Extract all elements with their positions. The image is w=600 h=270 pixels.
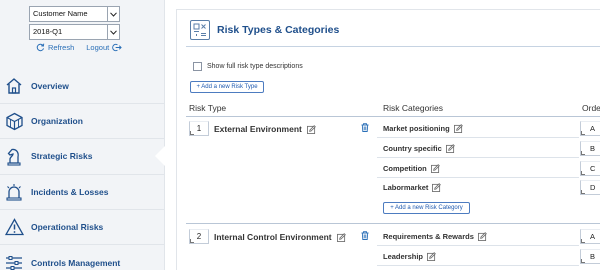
divider: [377, 265, 579, 266]
edit-icon[interactable]: [336, 232, 346, 242]
trash-icon[interactable]: [361, 123, 369, 132]
risk-type-name: Internal Control Environment: [214, 232, 346, 242]
risk-category-item: Country specific: [383, 144, 455, 153]
sidebar-item-controls-management[interactable]: Controls Management: [0, 248, 165, 270]
logout-button[interactable]: Logout: [86, 43, 122, 52]
sidebar-item-organization[interactable]: Organization: [0, 106, 165, 136]
category-order-input[interactable]: B: [580, 249, 600, 264]
page-header: Risk Types & Categories: [190, 20, 339, 40]
customer-select[interactable]: Customer Name: [29, 6, 120, 22]
risk-type-number-input[interactable]: 2: [189, 229, 209, 244]
edit-icon[interactable]: [306, 124, 316, 134]
logout-label: Logout: [86, 43, 110, 52]
edit-icon[interactable]: [445, 144, 455, 153]
divider: [377, 157, 579, 158]
refresh-icon: [36, 43, 45, 52]
risk-category-label: Labormarket: [383, 183, 429, 192]
divider: [186, 223, 600, 224]
divider: [0, 103, 165, 104]
divider: [0, 209, 165, 210]
chevron-down-icon[interactable]: [107, 7, 119, 21]
logout-icon: [112, 43, 122, 52]
divider: [377, 177, 579, 178]
sidebar-item-incidents-losses[interactable]: Incidents & Losses: [0, 177, 165, 207]
sidebar-item-label: Strategic Risks: [31, 151, 93, 161]
risk-category-label: Country specific: [383, 144, 442, 153]
risk-category-item: Competition: [383, 164, 440, 173]
risk-type-name: External Environment: [214, 124, 316, 134]
divider: [186, 46, 600, 47]
risk-category-label: Leadership: [383, 252, 424, 261]
risk-category-label: Market positioning: [383, 124, 450, 133]
divider: [377, 245, 579, 246]
home-icon: [4, 76, 24, 96]
column-header-order: Orde: [582, 103, 600, 113]
category-order-input[interactable]: D: [580, 180, 600, 195]
sidebar-item-label: Overview: [31, 81, 69, 91]
sidebar-actions: Refresh Logout: [36, 43, 122, 52]
sidebar-item-label: Operational Risks: [31, 222, 104, 232]
sidebar-item-overview[interactable]: Overview: [0, 71, 165, 101]
category-order-input[interactable]: B: [580, 141, 600, 156]
risk-category-label: Competition: [383, 164, 427, 173]
category-grid-icon: [190, 20, 210, 40]
trash-icon[interactable]: [361, 231, 369, 240]
divider: [0, 244, 165, 245]
period-select[interactable]: 2018-Q1: [29, 24, 120, 40]
active-indicator: [155, 145, 166, 167]
period-select-value: 2018-Q1: [33, 27, 63, 36]
sidebar-item-label: Controls Management: [31, 258, 121, 268]
refresh-label: Refresh: [48, 43, 75, 52]
chess-knight-icon: [4, 146, 24, 166]
sliders-icon: [4, 253, 24, 270]
category-order-input[interactable]: C: [580, 161, 600, 176]
divider: [186, 116, 600, 117]
main-panel: Risk Types & Categories Show full risk t…: [176, 9, 600, 270]
alarm-light-icon: [4, 182, 24, 202]
risk-category-item: Labormarket: [383, 183, 442, 192]
column-header-risk-categories: Risk Categories: [383, 103, 443, 113]
column-header-risk-type: Risk Type: [189, 103, 227, 113]
divider: [0, 174, 165, 175]
divider: [0, 138, 165, 139]
edit-icon[interactable]: [432, 183, 442, 192]
show-descriptions-checkbox[interactable]: [193, 62, 202, 71]
sidebar: Customer Name 2018-Q1 Refresh Logout Ove…: [0, 0, 166, 270]
edit-icon[interactable]: [477, 232, 487, 241]
risk-category-item: Leadership: [383, 252, 436, 261]
show-descriptions-toggle[interactable]: Show full risk type descriptions: [193, 62, 303, 71]
edit-icon[interactable]: [453, 124, 463, 133]
add-risk-type-button[interactable]: + Add a new Risk Type: [190, 81, 264, 93]
refresh-button[interactable]: Refresh: [36, 43, 74, 52]
edit-icon[interactable]: [427, 252, 436, 261]
risk-type-label: External Environment: [214, 124, 302, 134]
customer-select-value: Customer Name: [33, 9, 88, 18]
show-descriptions-label: Show full risk type descriptions: [207, 63, 303, 70]
risk-category-label: Requirements & Rewards: [383, 232, 474, 241]
risk-type-label: Internal Control Environment: [214, 232, 332, 242]
category-order-input[interactable]: A: [580, 121, 600, 136]
sidebar-item-operational-risks[interactable]: Operational Risks: [0, 212, 165, 242]
risk-category-item: Requirements & Rewards: [383, 232, 487, 241]
risk-category-item: Market positioning: [383, 124, 463, 133]
edit-icon[interactable]: [430, 164, 440, 173]
divider: [377, 137, 579, 138]
chevron-down-icon[interactable]: [107, 25, 119, 39]
sidebar-item-label: Incidents & Losses: [31, 187, 109, 197]
warning-triangle-icon: [4, 217, 24, 237]
add-risk-category-button[interactable]: + Add a new Risk Category: [383, 202, 470, 214]
sidebar-item-strategic-risks[interactable]: Strategic Risks: [0, 141, 166, 171]
sidebar-item-label: Organization: [31, 116, 83, 126]
cube-icon: [4, 111, 24, 131]
page-title: Risk Types & Categories: [217, 24, 340, 36]
category-order-input[interactable]: A: [580, 229, 600, 244]
risk-type-number-input[interactable]: 1: [189, 121, 209, 136]
